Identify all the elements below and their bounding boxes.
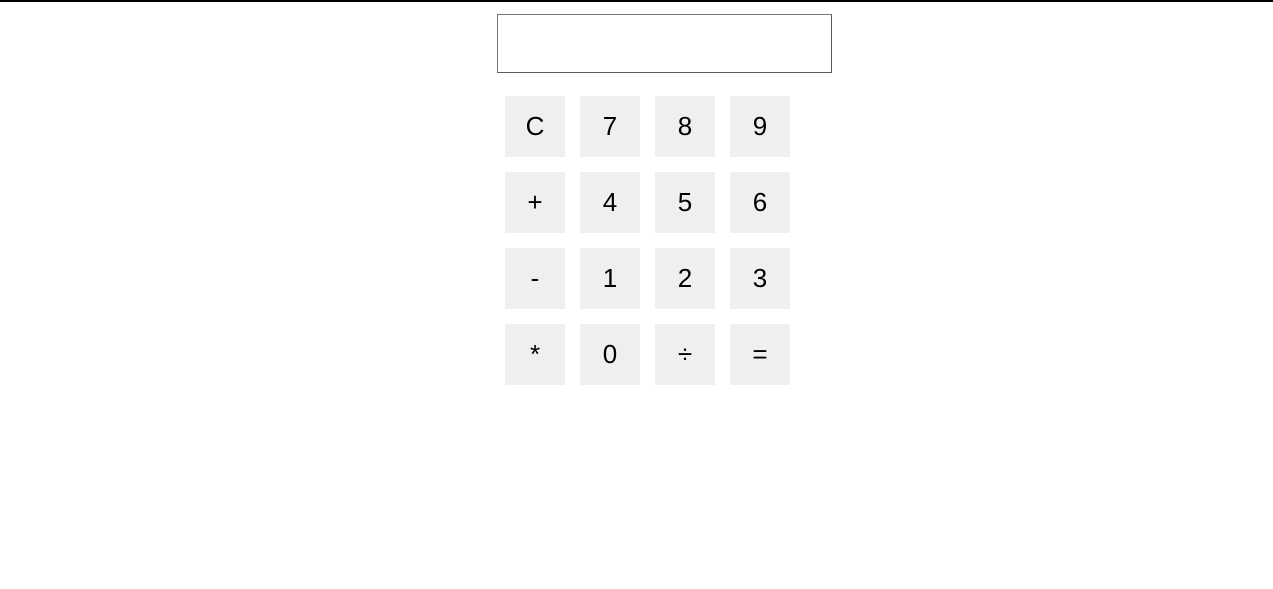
digit-0-button[interactable]: 0 — [580, 324, 640, 385]
digit-5-button[interactable]: 5 — [655, 172, 715, 233]
digit-8-button[interactable]: 8 — [655, 96, 715, 157]
digit-1-button[interactable]: 1 — [580, 248, 640, 309]
calculator-keypad: C 7 8 9 + 4 5 6 - 1 2 3 * 0 ÷ = — [505, 96, 790, 385]
divide-button[interactable]: ÷ — [655, 324, 715, 385]
top-divider — [0, 0, 1273, 2]
equals-button[interactable]: = — [730, 324, 790, 385]
digit-2-button[interactable]: 2 — [655, 248, 715, 309]
multiply-button[interactable]: * — [505, 324, 565, 385]
digit-7-button[interactable]: 7 — [580, 96, 640, 157]
subtract-button[interactable]: - — [505, 248, 565, 309]
digit-3-button[interactable]: 3 — [730, 248, 790, 309]
clear-button[interactable]: C — [505, 96, 565, 157]
add-button[interactable]: + — [505, 172, 565, 233]
calculator-display[interactable] — [497, 14, 832, 73]
digit-9-button[interactable]: 9 — [730, 96, 790, 157]
digit-4-button[interactable]: 4 — [580, 172, 640, 233]
digit-6-button[interactable]: 6 — [730, 172, 790, 233]
